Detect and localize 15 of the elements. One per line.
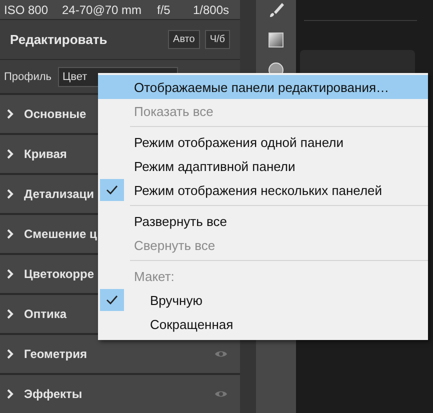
exif-value: f/5: [157, 2, 172, 17]
exif-value: ISO 800: [4, 2, 50, 17]
section-title: Геометрия: [24, 347, 88, 361]
section-title: Детализаци: [24, 187, 94, 201]
section-title: Смешение ц: [24, 227, 97, 241]
menu-heading: Макет:: [133, 268, 176, 286]
section-title: Цветокорре: [24, 267, 94, 281]
section-title: Оптика: [24, 307, 67, 321]
section-title: Эффекты: [24, 387, 82, 401]
section-title: Основные: [24, 107, 86, 121]
exif-value: 1/800s: [193, 2, 230, 17]
section-title: Кривая: [24, 147, 67, 161]
exif-value: 24-70@70 mm: [62, 2, 143, 17]
profile-label: Профиль: [4, 70, 52, 83]
panel-title: Редактировать: [10, 32, 108, 48]
